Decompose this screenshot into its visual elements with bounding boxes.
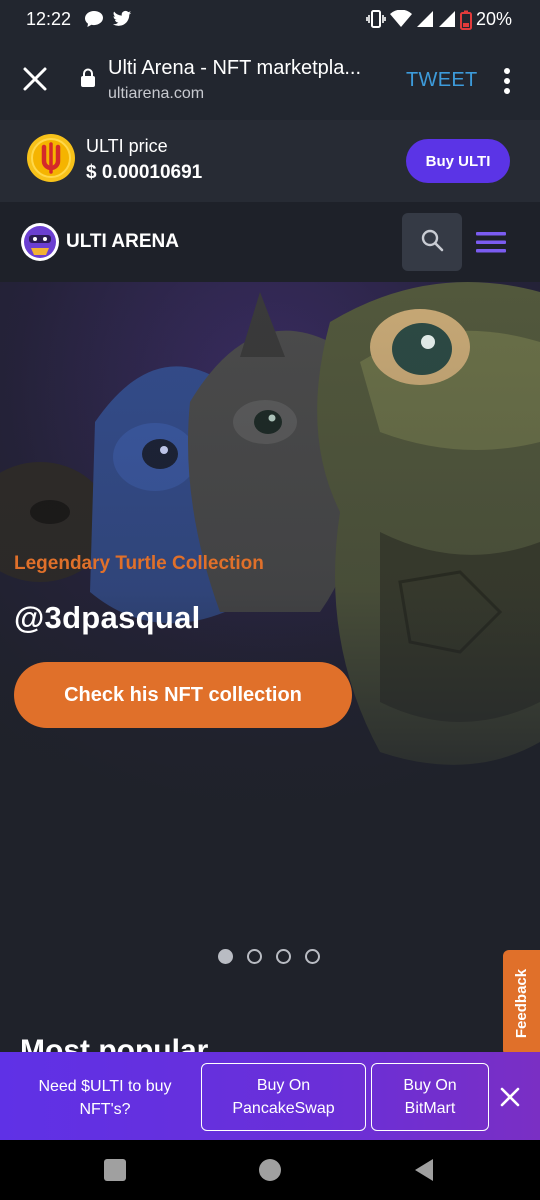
promo-text: Need $ULTI to buy NFT's? xyxy=(38,1078,172,1118)
feedback-label: Feedback xyxy=(513,968,531,1038)
system-nav-bar xyxy=(0,1140,540,1200)
buy-on-pancakeswap-button[interactable]: Buy On PancakeSwap xyxy=(201,1063,366,1131)
price-value: $ 0.00010691 xyxy=(86,162,203,183)
page-url[interactable]: ultiarena.com xyxy=(108,85,204,103)
carousel-dots xyxy=(218,949,320,965)
more-options-icon[interactable] xyxy=(500,64,514,98)
screen: 12:22 20% Ulti Arena - NFT marketpla... … xyxy=(0,0,540,1200)
home-icon[interactable] xyxy=(259,1159,281,1181)
chat-bubble-icon xyxy=(84,10,104,28)
recents-icon[interactable] xyxy=(104,1159,126,1181)
pancakeswap-label: Buy On PancakeSwap xyxy=(232,1077,335,1117)
ulti-coin-icon xyxy=(26,133,76,183)
wifi-icon xyxy=(390,9,412,28)
hero-title: @3dpasqual xyxy=(14,600,201,635)
buy-ulti-button[interactable]: Buy ULTI xyxy=(406,139,510,183)
lock-icon xyxy=(80,68,96,88)
carousel-dot[interactable] xyxy=(247,949,262,964)
check-nft-collection-button[interactable]: Check his NFT collection xyxy=(14,662,352,728)
price-bar: ULTI price $ 0.00010691 Buy ULTI xyxy=(0,120,540,202)
carousel-dot[interactable] xyxy=(305,949,320,964)
brand-name[interactable]: ULTI ARENA xyxy=(66,231,179,253)
browser-toolbar: Ulti Arena - NFT marketpla... ultiarena.… xyxy=(0,40,540,120)
back-icon[interactable] xyxy=(413,1158,435,1182)
hamburger-menu-icon[interactable] xyxy=(476,230,506,254)
hero-kicker: Legendary Turtle Collection xyxy=(14,553,264,574)
vibrate-icon xyxy=(366,10,386,28)
signal-icon xyxy=(416,10,436,28)
status-time: 12:22 xyxy=(26,9,72,29)
section-heading: Most popular xyxy=(20,1034,209,1052)
battery-percent: 20% xyxy=(475,9,512,29)
close-icon[interactable] xyxy=(18,62,52,96)
carousel-dot[interactable] xyxy=(218,949,233,964)
buy-on-bitmart-button[interactable]: Buy On BitMart xyxy=(371,1063,489,1131)
ulti-arena-logo[interactable] xyxy=(20,222,60,262)
status-bar: 12:22 20% xyxy=(0,0,540,40)
feedback-tab[interactable]: Feedback xyxy=(503,950,540,1056)
buy-ulti-promo-bar: Need $ULTI to buy NFT's? Buy On PancakeS… xyxy=(0,1052,540,1140)
price-label: ULTI price xyxy=(86,136,168,156)
tweet-button[interactable]: TWEET xyxy=(406,69,478,92)
page-title: Ulti Arena - NFT marketpla... xyxy=(108,57,362,79)
site-header: ULTI ARENA xyxy=(0,202,540,282)
hero-carousel: Legendary Turtle Collection @3dpasqual C… xyxy=(0,282,540,1052)
carousel-dot[interactable] xyxy=(276,949,291,964)
twitter-icon xyxy=(112,10,132,28)
search-button[interactable] xyxy=(402,213,462,271)
signal-icon xyxy=(438,10,458,28)
bitmart-label: Buy On BitMart xyxy=(403,1077,457,1117)
close-icon[interactable] xyxy=(499,1086,521,1108)
search-icon xyxy=(420,228,444,257)
